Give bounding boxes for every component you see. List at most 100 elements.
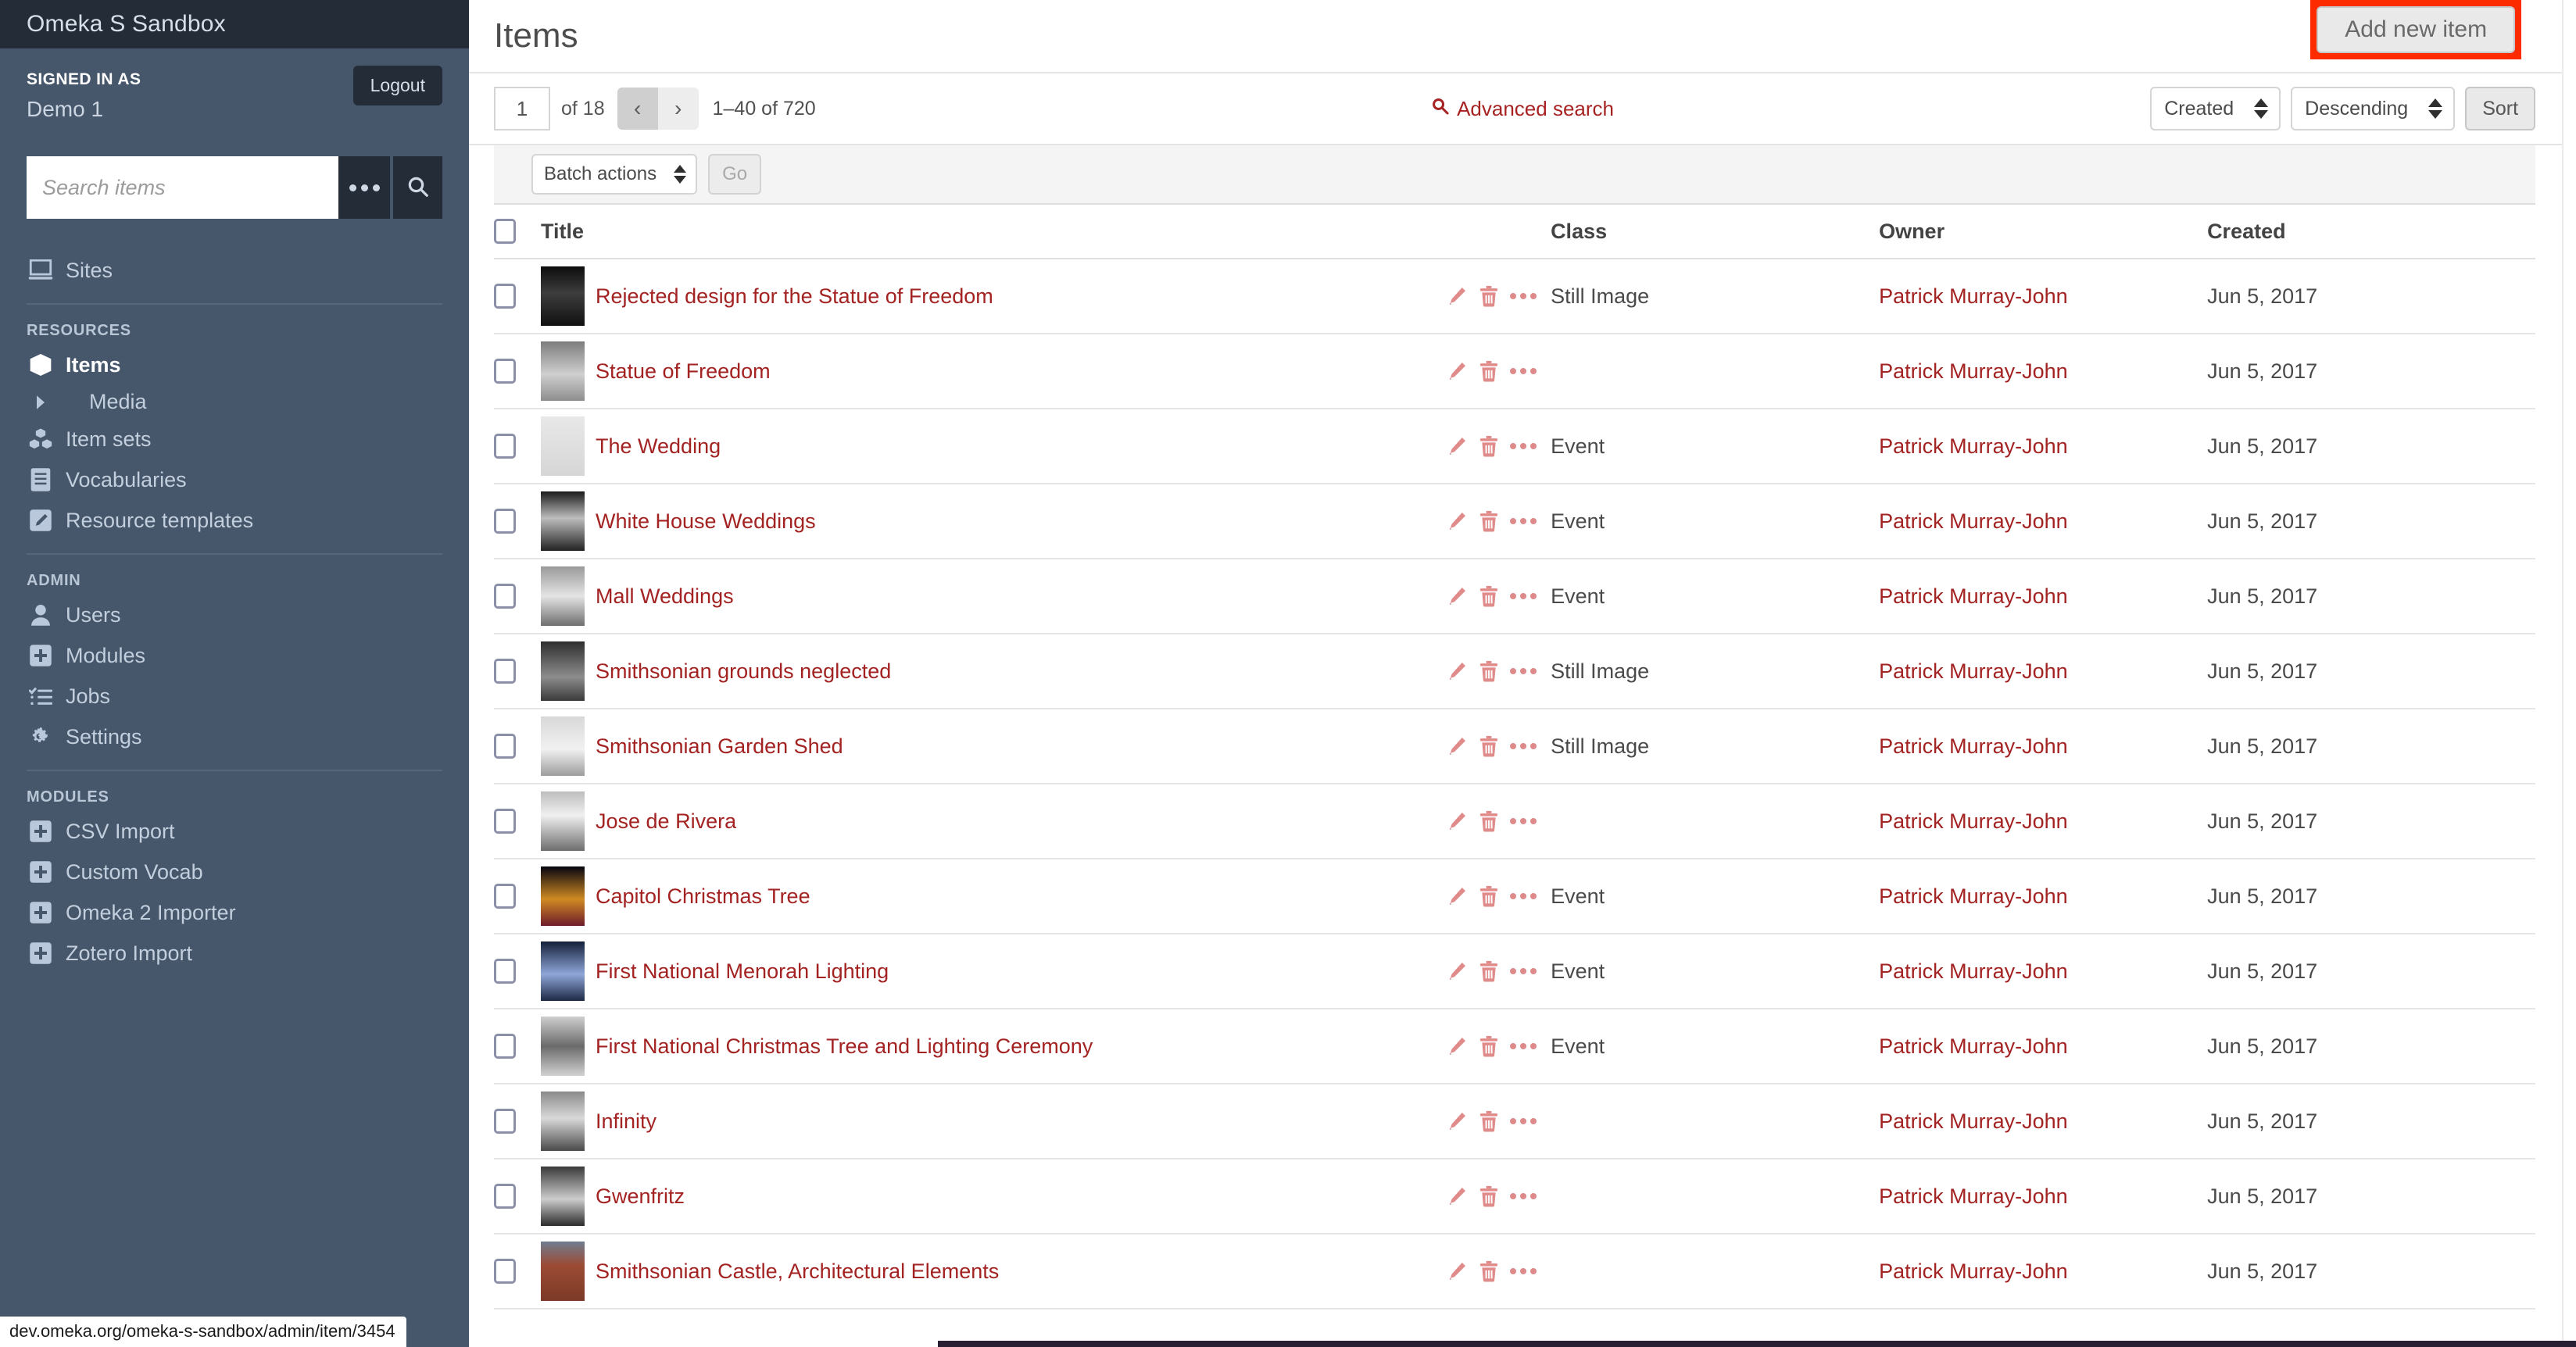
- row-checkbox[interactable]: [494, 434, 516, 459]
- item-title-link[interactable]: Smithsonian Garden Shed: [596, 734, 843, 759]
- item-thumbnail[interactable]: [541, 716, 585, 776]
- item-title-link[interactable]: First National Christmas Tree and Lighti…: [596, 1034, 1093, 1059]
- row-checkbox[interactable]: [494, 584, 516, 609]
- item-owner-link[interactable]: Patrick Murray-John: [1879, 1259, 2068, 1283]
- pencil-icon[interactable]: [1446, 735, 1468, 757]
- item-thumbnail[interactable]: [541, 341, 585, 401]
- row-checkbox[interactable]: [494, 509, 516, 534]
- ellipsis-icon[interactable]: [1510, 1043, 1537, 1049]
- item-thumbnail[interactable]: [541, 491, 585, 551]
- item-title-link[interactable]: Smithsonian grounds neglected: [596, 659, 891, 684]
- item-owner-link[interactable]: Patrick Murray-John: [1879, 959, 2068, 983]
- sidebar-item-media[interactable]: Media: [0, 385, 469, 419]
- item-title-link[interactable]: White House Weddings: [596, 509, 816, 534]
- item-thumbnail[interactable]: [541, 566, 585, 626]
- trash-icon[interactable]: [1479, 735, 1499, 757]
- ellipsis-icon[interactable]: [1510, 968, 1537, 974]
- search-submit-button[interactable]: [390, 156, 442, 219]
- pencil-icon[interactable]: [1446, 585, 1468, 607]
- column-header-class[interactable]: Class: [1551, 205, 1880, 259]
- ellipsis-icon[interactable]: [1510, 368, 1537, 374]
- sidebar-item-zotero-import[interactable]: Zotero Import: [0, 933, 469, 974]
- item-owner-link[interactable]: Patrick Murray-John: [1879, 584, 2068, 608]
- item-thumbnail[interactable]: [541, 266, 585, 326]
- row-checkbox[interactable]: [494, 1184, 516, 1209]
- sidebar-item-items[interactable]: Items: [0, 345, 469, 385]
- vertical-scrollbar[interactable]: [2562, 0, 2576, 1347]
- pencil-icon[interactable]: [1446, 810, 1468, 832]
- advanced-search-link[interactable]: Advanced search: [1431, 97, 1614, 121]
- item-title-link[interactable]: Statue of Freedom: [596, 359, 771, 384]
- pencil-icon[interactable]: [1446, 510, 1468, 532]
- sidebar-item-omeka-2-importer[interactable]: Omeka 2 Importer: [0, 892, 469, 933]
- column-header-title[interactable]: Title: [541, 205, 1551, 259]
- ellipsis-icon[interactable]: [1510, 1268, 1537, 1274]
- item-thumbnail[interactable]: [541, 641, 585, 701]
- row-checkbox[interactable]: [494, 284, 516, 309]
- item-thumbnail[interactable]: [541, 866, 585, 926]
- item-owner-link[interactable]: Patrick Murray-John: [1879, 1109, 2068, 1133]
- item-thumbnail[interactable]: [541, 416, 585, 476]
- row-checkbox[interactable]: [494, 359, 516, 384]
- sidebar-item-vocabularies[interactable]: Vocabularies: [0, 459, 469, 500]
- ellipsis-icon[interactable]: [1510, 443, 1537, 449]
- trash-icon[interactable]: [1479, 510, 1499, 532]
- next-page-button[interactable]: ›: [657, 88, 699, 130]
- item-thumbnail[interactable]: [541, 1092, 585, 1151]
- add-new-item-button[interactable]: Add new item: [2317, 6, 2516, 53]
- row-checkbox[interactable]: [494, 1109, 516, 1134]
- row-checkbox[interactable]: [494, 959, 516, 984]
- ellipsis-icon[interactable]: [1510, 1193, 1537, 1199]
- item-title-link[interactable]: Mall Weddings: [596, 584, 734, 609]
- trash-icon[interactable]: [1479, 435, 1499, 457]
- pencil-icon[interactable]: [1446, 1260, 1468, 1282]
- sidebar-item-jobs[interactable]: Jobs: [0, 676, 469, 716]
- pencil-icon[interactable]: [1446, 1185, 1468, 1207]
- trash-icon[interactable]: [1479, 960, 1499, 982]
- trash-icon[interactable]: [1479, 1260, 1499, 1282]
- search-options-button[interactable]: [338, 156, 391, 219]
- ellipsis-icon[interactable]: [1510, 893, 1537, 899]
- previous-page-button[interactable]: ‹: [617, 88, 658, 130]
- sidebar-item-csv-import[interactable]: CSV Import: [0, 811, 469, 852]
- item-title-link[interactable]: Infinity: [596, 1109, 657, 1134]
- item-owner-link[interactable]: Patrick Murray-John: [1879, 1184, 2068, 1208]
- item-thumbnail[interactable]: [541, 1242, 585, 1301]
- search-input[interactable]: [27, 156, 338, 219]
- item-owner-link[interactable]: Patrick Murray-John: [1879, 884, 2068, 908]
- ellipsis-icon[interactable]: [1510, 518, 1537, 524]
- item-thumbnail[interactable]: [541, 791, 585, 851]
- trash-icon[interactable]: [1479, 1035, 1499, 1057]
- ellipsis-icon[interactable]: [1510, 668, 1537, 674]
- ellipsis-icon[interactable]: [1510, 293, 1537, 299]
- item-owner-link[interactable]: Patrick Murray-John: [1879, 1034, 2068, 1058]
- item-thumbnail[interactable]: [541, 941, 585, 1001]
- row-checkbox[interactable]: [494, 659, 516, 684]
- pencil-icon[interactable]: [1446, 435, 1468, 457]
- row-checkbox[interactable]: [494, 809, 516, 834]
- item-owner-link[interactable]: Patrick Murray-John: [1879, 509, 2068, 533]
- trash-icon[interactable]: [1479, 285, 1499, 307]
- page-number-input[interactable]: [494, 87, 550, 130]
- sort-direction-select[interactable]: Descending: [2291, 87, 2456, 130]
- ellipsis-icon[interactable]: [1510, 743, 1537, 749]
- item-title-link[interactable]: Gwenfritz: [596, 1184, 685, 1209]
- item-title-link[interactable]: Smithsonian Castle, Architectural Elemen…: [596, 1259, 999, 1284]
- logout-button[interactable]: Logout: [352, 66, 442, 105]
- item-title-link[interactable]: Jose de Rivera: [596, 809, 736, 834]
- batch-actions-select[interactable]: Batch actions: [531, 154, 698, 195]
- sidebar-item-item-sets[interactable]: Item sets: [0, 419, 469, 459]
- item-owner-link[interactable]: Patrick Murray-John: [1879, 809, 2068, 833]
- select-all-checkbox[interactable]: [494, 219, 516, 244]
- sidebar-item-resource-templates[interactable]: Resource templates: [0, 500, 469, 541]
- pencil-icon[interactable]: [1446, 285, 1468, 307]
- column-header-created[interactable]: Created: [2207, 205, 2536, 259]
- ellipsis-icon[interactable]: [1510, 593, 1537, 599]
- sidebar-item-modules[interactable]: Modules: [0, 635, 469, 676]
- item-title-link[interactable]: Capitol Christmas Tree: [596, 884, 810, 909]
- pencil-icon[interactable]: [1446, 1110, 1468, 1132]
- row-checkbox[interactable]: [494, 1034, 516, 1059]
- item-owner-link[interactable]: Patrick Murray-John: [1879, 659, 2068, 683]
- item-owner-link[interactable]: Patrick Murray-John: [1879, 284, 2068, 308]
- item-thumbnail[interactable]: [541, 1017, 585, 1076]
